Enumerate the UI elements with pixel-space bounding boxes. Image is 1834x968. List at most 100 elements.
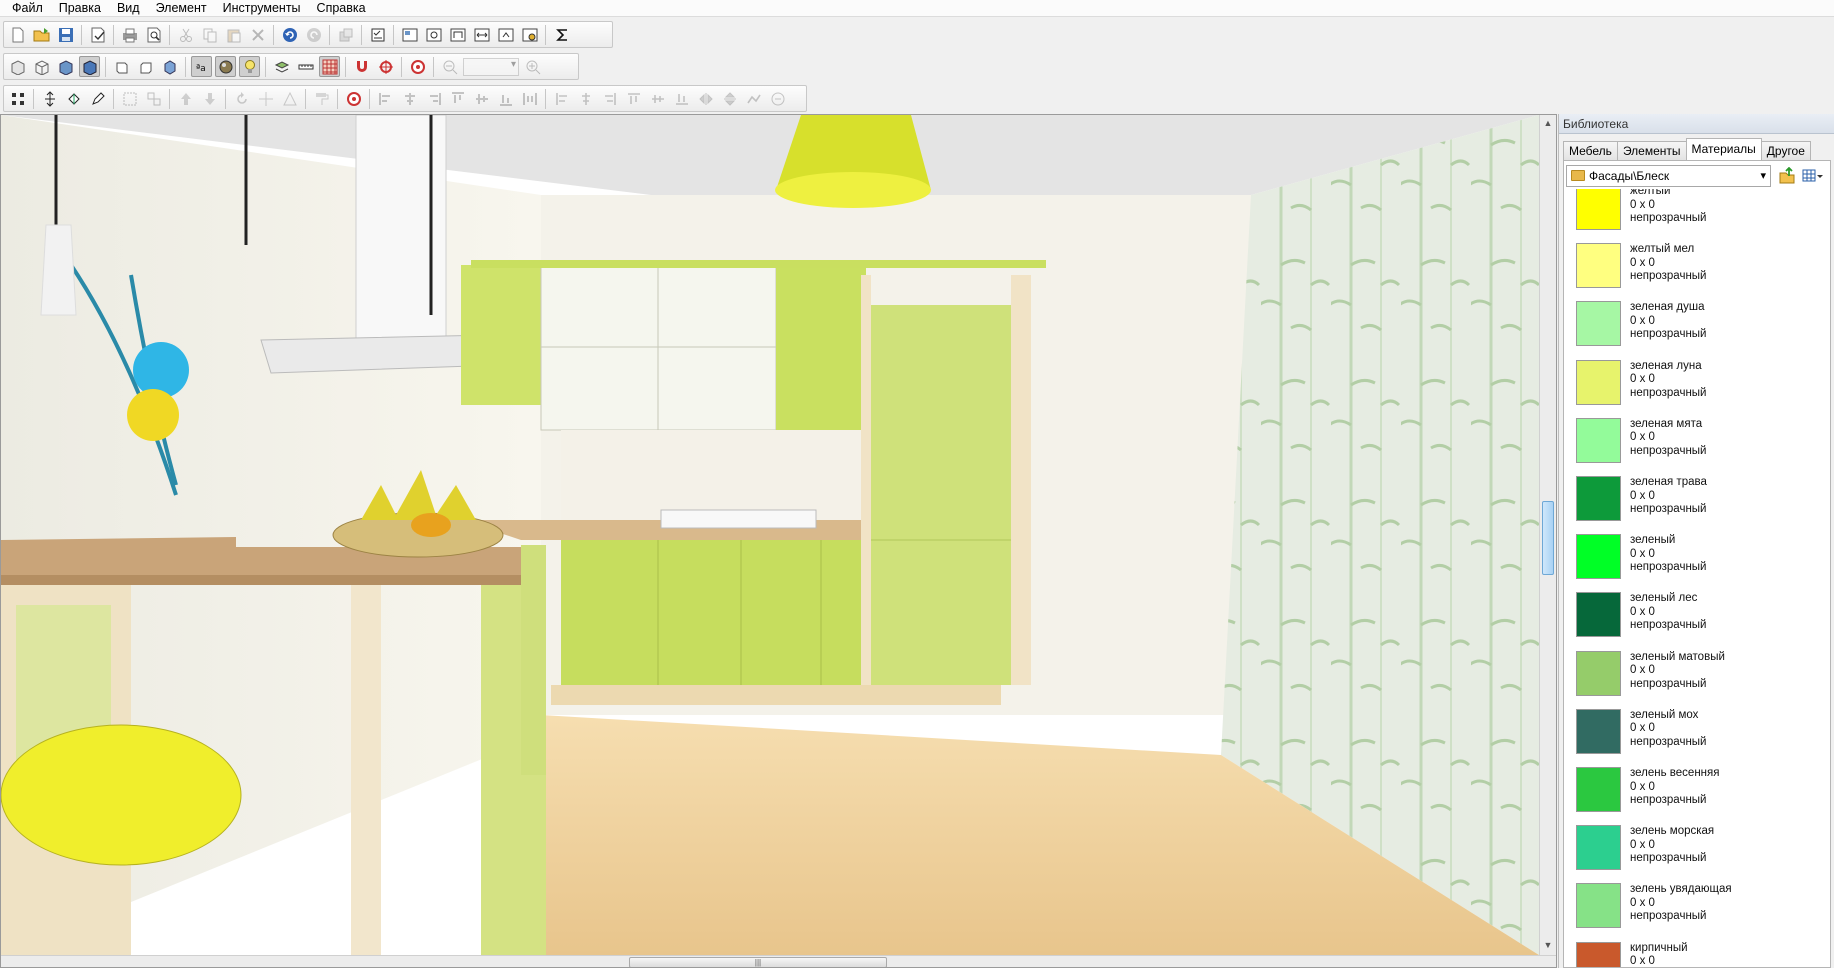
align-edge-right-icon[interactable]: [599, 88, 620, 109]
view-solid-icon[interactable]: [55, 56, 76, 77]
layers-icon[interactable]: [271, 56, 292, 77]
group-items-icon[interactable]: [119, 88, 140, 109]
redo-icon[interactable]: [303, 24, 324, 45]
paste-icon[interactable]: [223, 24, 244, 45]
print-icon[interactable]: [119, 24, 140, 45]
cube-left-icon[interactable]: [111, 56, 132, 77]
view-wireframe-icon[interactable]: [31, 56, 52, 77]
align-edge-center-icon[interactable]: [575, 88, 596, 109]
menu-edit[interactable]: Правка: [51, 0, 109, 16]
pencil-icon[interactable]: [87, 88, 108, 109]
center-target-icon[interactable]: [407, 56, 428, 77]
warning-icon[interactable]: [279, 88, 300, 109]
zoom-combobox[interactable]: [463, 57, 519, 76]
rotate-icon[interactable]: [231, 88, 252, 109]
arrange-icon[interactable]: [743, 88, 764, 109]
view-zoom-icon[interactable]: [423, 24, 444, 45]
material-item[interactable]: зеленая трава 0 x 0 непрозрачный: [1564, 466, 1830, 524]
ungroup-items-icon[interactable]: [143, 88, 164, 109]
move-vertical-icon[interactable]: [39, 88, 60, 109]
tab-elements[interactable]: Элементы: [1616, 141, 1687, 160]
material-item[interactable]: желтый мел 0 x 0 непрозрачный: [1564, 233, 1830, 291]
flip-icon[interactable]: [719, 88, 740, 109]
vertical-scrollbar[interactable]: ▲ ▼: [1539, 115, 1556, 955]
distribute-h-icon[interactable]: [519, 88, 540, 109]
material-item[interactable]: зеленый лес 0 x 0 непрозрачный: [1564, 582, 1830, 640]
material-item[interactable]: кирпичный0 x 0непрозрачный: [1564, 932, 1830, 967]
checklist-icon[interactable]: [367, 24, 388, 45]
menu-file[interactable]: Файл: [4, 0, 51, 16]
material-item[interactable]: желтый 0 x 0 непрозрачный: [1564, 189, 1830, 233]
group-icon[interactable]: [335, 24, 356, 45]
scroll-down-icon[interactable]: ▼: [1540, 937, 1556, 953]
align-center-h-icon[interactable]: [399, 88, 420, 109]
align-top-icon[interactable]: [447, 88, 468, 109]
properties-icon[interactable]: [767, 88, 788, 109]
sum-icon[interactable]: [551, 24, 572, 45]
horizontal-scrollbar[interactable]: |||: [1, 955, 1556, 967]
cut-icon[interactable]: [175, 24, 196, 45]
horizontal-scroll-thumb[interactable]: |||: [629, 957, 887, 967]
material-item[interactable]: зелень морская 0 x 0 непрозрачный: [1564, 815, 1830, 873]
material-item[interactable]: зелень увядающая 0 x 0 непрозрачный: [1564, 873, 1830, 931]
view-front-icon[interactable]: [447, 24, 468, 45]
zoom-in-icon[interactable]: [522, 56, 543, 77]
view-shaded-icon[interactable]: [79, 56, 100, 77]
material-item[interactable]: зеленый мох 0 x 0 непрозрачный: [1564, 699, 1830, 757]
delete-icon[interactable]: [247, 24, 268, 45]
move-up-icon[interactable]: [175, 88, 196, 109]
material-sphere-icon[interactable]: [215, 56, 236, 77]
magnet-icon[interactable]: [351, 56, 372, 77]
align-edge-middle-icon[interactable]: [647, 88, 668, 109]
material-item[interactable]: зеленый матовый 0 x 0 непрозрачный: [1564, 641, 1830, 699]
zoom-out-icon[interactable]: [439, 56, 460, 77]
align-edge-top-icon[interactable]: [623, 88, 644, 109]
view-plan-icon[interactable]: [399, 24, 420, 45]
text-labels-icon[interactable]: ªa: [191, 56, 212, 77]
vertical-scroll-thumb[interactable]: [1542, 501, 1554, 575]
paint-roller-icon[interactable]: [311, 88, 332, 109]
3d-viewport[interactable]: ▲ ▼ |||: [0, 114, 1557, 968]
material-item[interactable]: зеленый 0 x 0 непрозрачный: [1564, 524, 1830, 582]
menu-element[interactable]: Элемент: [148, 0, 215, 16]
grid-icon[interactable]: [319, 56, 340, 77]
menu-help[interactable]: Справка: [309, 0, 374, 16]
undo-icon[interactable]: [279, 24, 300, 45]
page-setup-icon[interactable]: [87, 24, 108, 45]
stop-target-icon[interactable]: [343, 88, 364, 109]
material-item[interactable]: зеленая душа 0 x 0 непрозрачный: [1564, 291, 1830, 349]
move-down-icon[interactable]: [199, 88, 220, 109]
material-item[interactable]: зеленая луна 0 x 0 непрозрачный: [1564, 350, 1830, 408]
scroll-up-icon[interactable]: ▲: [1540, 115, 1556, 131]
light-bulb-icon[interactable]: [239, 56, 260, 77]
ruler-icon[interactable]: [295, 56, 316, 77]
tab-materials[interactable]: Материалы: [1685, 138, 1762, 160]
tab-furniture[interactable]: Мебель: [1563, 141, 1618, 160]
view-width-icon[interactable]: [471, 24, 492, 45]
align-middle-icon[interactable]: [471, 88, 492, 109]
mirror-icon[interactable]: [695, 88, 716, 109]
align-bottom-icon[interactable]: [495, 88, 516, 109]
save-icon[interactable]: [55, 24, 76, 45]
kitchen-3d-render[interactable]: [1, 115, 1539, 955]
menu-view[interactable]: Вид: [109, 0, 148, 16]
select-all-icon[interactable]: [7, 88, 28, 109]
view-export-icon[interactable]: [495, 24, 516, 45]
rotate-3d-icon[interactable]: [63, 88, 84, 109]
align-edge-bottom-icon[interactable]: [671, 88, 692, 109]
tab-other[interactable]: Другое: [1760, 141, 1811, 160]
align-left-icon[interactable]: [375, 88, 396, 109]
copy-icon[interactable]: [199, 24, 220, 45]
menu-tools[interactable]: Инструменты: [215, 0, 309, 16]
material-item[interactable]: зелень весенняя 0 x 0 непрозрачный: [1564, 757, 1830, 815]
align-edge-left-icon[interactable]: [551, 88, 572, 109]
material-item[interactable]: зеленая мята 0 x 0 непрозрачный: [1564, 408, 1830, 466]
print-preview-icon[interactable]: [143, 24, 164, 45]
cube-right-icon[interactable]: [135, 56, 156, 77]
align-right-icon[interactable]: [423, 88, 444, 109]
open-folder-icon[interactable]: [31, 24, 52, 45]
library-path-select[interactable]: Фасады\Блеск: [1566, 165, 1771, 187]
folder-up-icon[interactable]: [1778, 166, 1796, 185]
move-cross-icon[interactable]: [255, 88, 276, 109]
new-file-icon[interactable]: [7, 24, 28, 45]
